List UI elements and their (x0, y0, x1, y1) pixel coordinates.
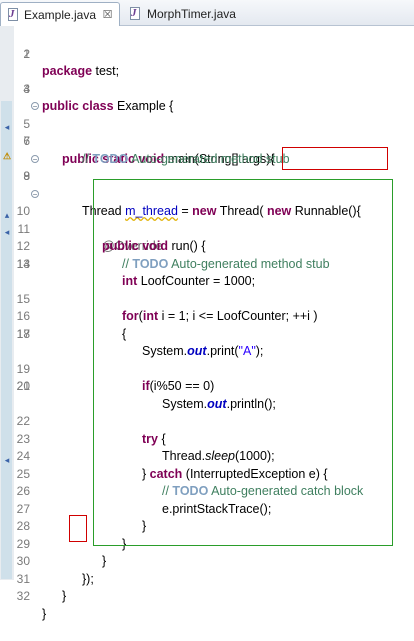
fold-toggle-icon[interactable]: − (31, 102, 39, 111)
new-runnable-highlight (282, 147, 388, 170)
fold-toggle-icon[interactable]: − (31, 154, 39, 163)
line-number: 7 (23, 134, 30, 148)
task-marker-icon[interactable]: ◂ (1, 454, 13, 466)
annotation-ruler: ◂ ⚠ ▴ ◂ ◂ (0, 26, 14, 580)
tab-morphtimer-java[interactable]: J MorphTimer.java (123, 2, 253, 26)
warning-icon[interactable]: ⚠ (1, 150, 13, 162)
line-number: 4 (23, 81, 30, 96)
close-icon[interactable]: ☒ (102, 8, 113, 21)
task-marker-icon[interactable]: ◂ (1, 226, 13, 238)
code-line: 2 (14, 46, 414, 64)
fold-toggle-icon[interactable]: − (31, 189, 39, 198)
run-method-highlight (93, 179, 393, 546)
java-file-icon: J (129, 7, 141, 21)
code-editor[interactable]: ◂ ⚠ ▴ ◂ ◂ 1 package test; 2 3 public cla… (0, 26, 414, 621)
closing-brace-highlight (69, 515, 87, 542)
code-line: 31 } (14, 553, 414, 604)
code-line: 1 package test; (14, 28, 414, 79)
tab-label: Example.java (23, 7, 97, 22)
code-line: 32 } (14, 571, 414, 621)
line-number: 2 (23, 46, 30, 61)
code-line: 4 (14, 81, 414, 99)
code-text: } (62, 589, 67, 603)
code-text: } (42, 606, 47, 621)
code-line: 6 // TODO Auto-generated method stub (14, 116, 414, 166)
line-number: 21 (16, 379, 30, 393)
line-number: 9 (23, 169, 30, 183)
tab-example-java[interactable]: J Example.java ☒ (0, 2, 120, 26)
override-marker-icon[interactable]: ◂ (1, 121, 13, 133)
java-file-icon: J (7, 7, 18, 22)
change-ruler-bar (1, 101, 12, 579)
editor-tab-bar: J Example.java ☒ J MorphTimer.java (0, 0, 414, 26)
tab-label: MorphTimer.java (147, 7, 236, 21)
code-line: 5 − public static void main(String[] arg… (14, 98, 414, 166)
line-number: 32 (16, 589, 30, 603)
line-number: 14 (16, 256, 30, 271)
code-line: 3 public class Example { (14, 63, 414, 114)
override-marker-icon[interactable]: ▴ (1, 209, 13, 221)
line-number: 18 (16, 326, 30, 341)
